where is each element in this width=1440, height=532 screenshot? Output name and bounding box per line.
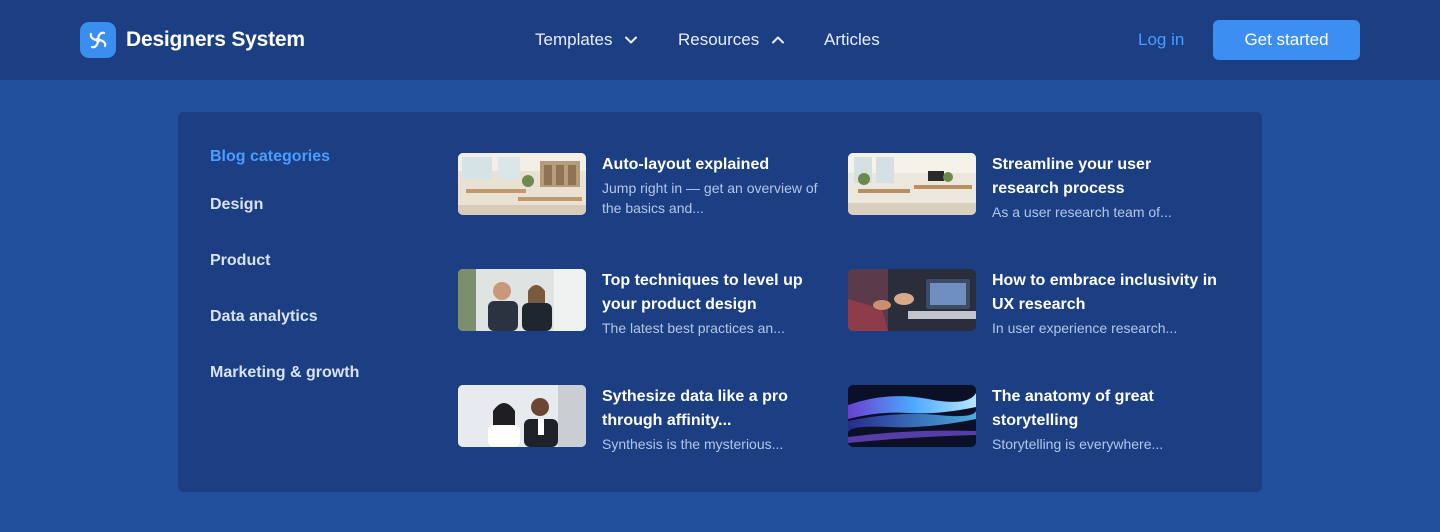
chevron-down-icon: [624, 33, 638, 47]
article-title: How to embrace inclusivity in UX researc…: [992, 272, 1217, 313]
article-title: Auto-layout explained: [602, 156, 770, 173]
article-description: Jump right in — get an overview of the b…: [602, 180, 818, 216]
article-thumbnail: [848, 385, 976, 447]
article-description: As a user research team of...: [992, 204, 1172, 220]
login-link[interactable]: Log in: [1138, 0, 1184, 80]
article-thumbnail: [848, 269, 976, 331]
article-card[interactable]: Streamline your user research process As…: [848, 153, 1208, 223]
brand[interactable]: Designers System: [80, 22, 305, 58]
category-product[interactable]: Product: [210, 252, 270, 270]
article-card[interactable]: Auto-layout explained Jump right in — ge…: [458, 153, 818, 223]
resources-dropdown-panel: Blog categories Design Product Data anal…: [178, 112, 1262, 492]
category-data-analytics[interactable]: Data analytics: [210, 308, 318, 326]
article-thumbnail: [848, 153, 976, 215]
article-card[interactable]: Top techniques to level up your product …: [458, 269, 818, 339]
blog-categories-heading: Blog categories: [210, 148, 331, 165]
top-navbar: Designers System Templates Resources Art…: [0, 0, 1440, 80]
nav-resources[interactable]: Resources: [678, 0, 785, 80]
article-title: Top techniques to level up your product …: [602, 272, 803, 313]
article-description: Synthesis is the mysterious...: [602, 436, 784, 452]
article-thumbnail: [458, 269, 586, 331]
article-title: The anatomy of great storytelling: [992, 388, 1154, 429]
article-description: Storytelling is everywhere...: [992, 436, 1164, 452]
article-thumbnail: [458, 153, 586, 215]
article-description: The latest best practices an...: [602, 320, 785, 336]
article-description: In user experience research...: [992, 320, 1178, 336]
article-title: Sythesize data like a pro through affini…: [602, 388, 788, 429]
get-started-button[interactable]: Get started: [1213, 20, 1360, 60]
nav-articles-label: Articles: [824, 30, 880, 49]
flower-swirl-icon: [80, 22, 116, 58]
article-card[interactable]: How to embrace inclusivity in UX researc…: [848, 269, 1217, 339]
article-thumbnail: [458, 385, 586, 447]
brand-name: Designers System: [126, 28, 305, 51]
category-marketing-growth[interactable]: Marketing & growth: [210, 364, 359, 382]
article-card[interactable]: Sythesize data like a pro through affini…: [458, 385, 818, 455]
category-design[interactable]: Design: [210, 196, 263, 214]
article-title: Streamline your user research process: [992, 156, 1152, 197]
article-card[interactable]: The anatomy of great storytelling Storyt…: [848, 385, 1208, 455]
nav-articles[interactable]: Articles: [824, 0, 880, 80]
chevron-up-icon: [771, 33, 785, 47]
nav-resources-label: Resources: [678, 30, 760, 49]
nav-templates-label: Templates: [535, 30, 613, 49]
nav-templates[interactable]: Templates: [535, 0, 638, 80]
